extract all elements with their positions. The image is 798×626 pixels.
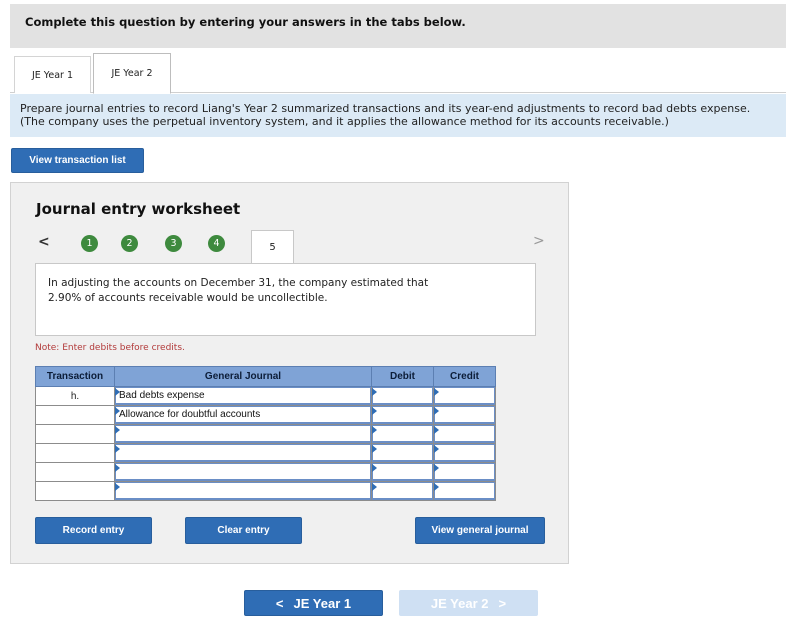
dropdown-marker-icon xyxy=(115,388,120,396)
description-line-1: In adjusting the accounts on December 31… xyxy=(48,277,429,289)
account-input[interactable] xyxy=(115,425,371,443)
dropdown-marker-icon xyxy=(372,388,377,396)
account-input[interactable] xyxy=(115,463,371,481)
transaction-cell xyxy=(35,462,115,482)
tab-bar: JE Year 1 JE Year 2 xyxy=(10,53,786,94)
dropdown-marker-icon xyxy=(115,407,120,415)
account-input[interactable] xyxy=(115,444,371,462)
header-transaction: Transaction xyxy=(35,366,115,387)
step-4-button[interactable]: 4 xyxy=(208,235,225,252)
debit-input[interactable] xyxy=(372,482,433,500)
transaction-cell: h. xyxy=(35,386,115,406)
description-line-2: 2.90% of accounts receivable would be un… xyxy=(48,292,328,304)
tab-je-year-1[interactable]: JE Year 1 xyxy=(14,56,91,93)
dropdown-marker-icon xyxy=(372,464,377,472)
step-1-button[interactable]: 1 xyxy=(81,235,98,252)
credit-input[interactable] xyxy=(434,406,495,424)
table-row xyxy=(35,462,496,482)
general-journal-table: Transaction General Journal Debit Credit… xyxy=(35,366,496,501)
instructions-line-2: (The company uses the perpetual inventor… xyxy=(20,115,669,128)
credit-input[interactable] xyxy=(434,425,495,443)
table-row: Allowance for doubtful accounts xyxy=(35,405,496,425)
record-entry-button[interactable]: Record entry xyxy=(35,517,152,544)
debit-input[interactable] xyxy=(372,387,433,405)
debit-input[interactable] xyxy=(372,425,433,443)
dropdown-marker-icon xyxy=(372,407,377,415)
journal-entry-worksheet: Journal entry worksheet < 1 2 3 4 5 > In… xyxy=(10,182,569,564)
debit-input[interactable] xyxy=(372,444,433,462)
debit-input[interactable] xyxy=(372,463,433,481)
credit-input[interactable] xyxy=(434,387,495,405)
header-debit: Debit xyxy=(371,366,434,387)
dropdown-marker-icon xyxy=(434,388,439,396)
transaction-cell xyxy=(35,424,115,444)
dropdown-marker-icon xyxy=(372,445,377,453)
dropdown-marker-icon xyxy=(115,464,120,472)
instructions-header: Complete this question by entering your … xyxy=(10,4,786,48)
dropdown-marker-icon xyxy=(434,407,439,415)
prev-je-label: JE Year 1 xyxy=(293,595,352,611)
table-row: h. Bad debts expense xyxy=(35,386,496,406)
prev-je-year-1-button[interactable]: < JE Year 1 xyxy=(244,590,383,616)
step-3-button[interactable]: 3 xyxy=(165,235,182,252)
dropdown-marker-icon xyxy=(115,445,120,453)
transaction-description: In adjusting the accounts on December 31… xyxy=(35,263,536,336)
dropdown-marker-icon xyxy=(372,483,377,491)
table-row xyxy=(35,424,496,444)
transaction-cell xyxy=(35,405,115,425)
table-row xyxy=(35,481,496,501)
chevron-right-icon: > xyxy=(498,595,507,611)
account-value: Allowance for doubtful accounts xyxy=(119,409,261,420)
debits-note: Note: Enter debits before credits. xyxy=(35,343,185,353)
account-value: Bad debts expense xyxy=(119,390,205,401)
next-je-year-2-button[interactable]: JE Year 2 > xyxy=(399,590,538,616)
prev-step-icon[interactable]: < xyxy=(38,234,50,250)
account-input[interactable]: Bad debts expense xyxy=(115,387,371,405)
header-credit: Credit xyxy=(433,366,496,387)
question-instructions: Prepare journal entries to record Liang'… xyxy=(10,94,786,137)
account-input[interactable] xyxy=(115,482,371,500)
dropdown-marker-icon xyxy=(115,483,120,491)
worksheet-title: Journal entry worksheet xyxy=(36,200,241,218)
dropdown-marker-icon xyxy=(434,445,439,453)
dropdown-marker-icon xyxy=(115,426,120,434)
debit-input[interactable] xyxy=(372,406,433,424)
credit-input[interactable] xyxy=(434,444,495,462)
step-2-button[interactable]: 2 xyxy=(121,235,138,252)
view-transaction-list-button[interactable]: View transaction list xyxy=(11,148,144,173)
dropdown-marker-icon xyxy=(372,426,377,434)
transaction-cell xyxy=(35,481,115,501)
clear-entry-button[interactable]: Clear entry xyxy=(185,517,302,544)
header-general-journal: General Journal xyxy=(114,366,372,387)
dropdown-marker-icon xyxy=(434,464,439,472)
chevron-left-icon: < xyxy=(275,595,284,611)
view-general-journal-button[interactable]: View general journal xyxy=(415,517,545,544)
next-je-label: JE Year 2 xyxy=(430,595,489,611)
credit-input[interactable] xyxy=(434,463,495,481)
credit-input[interactable] xyxy=(434,482,495,500)
table-header-row: Transaction General Journal Debit Credit xyxy=(35,366,496,387)
header-title: Complete this question by entering your … xyxy=(25,15,466,29)
tab-je-year-2[interactable]: JE Year 2 xyxy=(93,53,171,94)
dropdown-marker-icon xyxy=(434,426,439,434)
next-step-icon[interactable]: > xyxy=(533,233,545,249)
account-input[interactable]: Allowance for doubtful accounts xyxy=(115,406,371,424)
table-row xyxy=(35,443,496,463)
step-5-tab[interactable]: 5 xyxy=(251,230,294,263)
transaction-cell xyxy=(35,443,115,463)
instructions-line-1: Prepare journal entries to record Liang'… xyxy=(20,102,751,115)
dropdown-marker-icon xyxy=(434,483,439,491)
